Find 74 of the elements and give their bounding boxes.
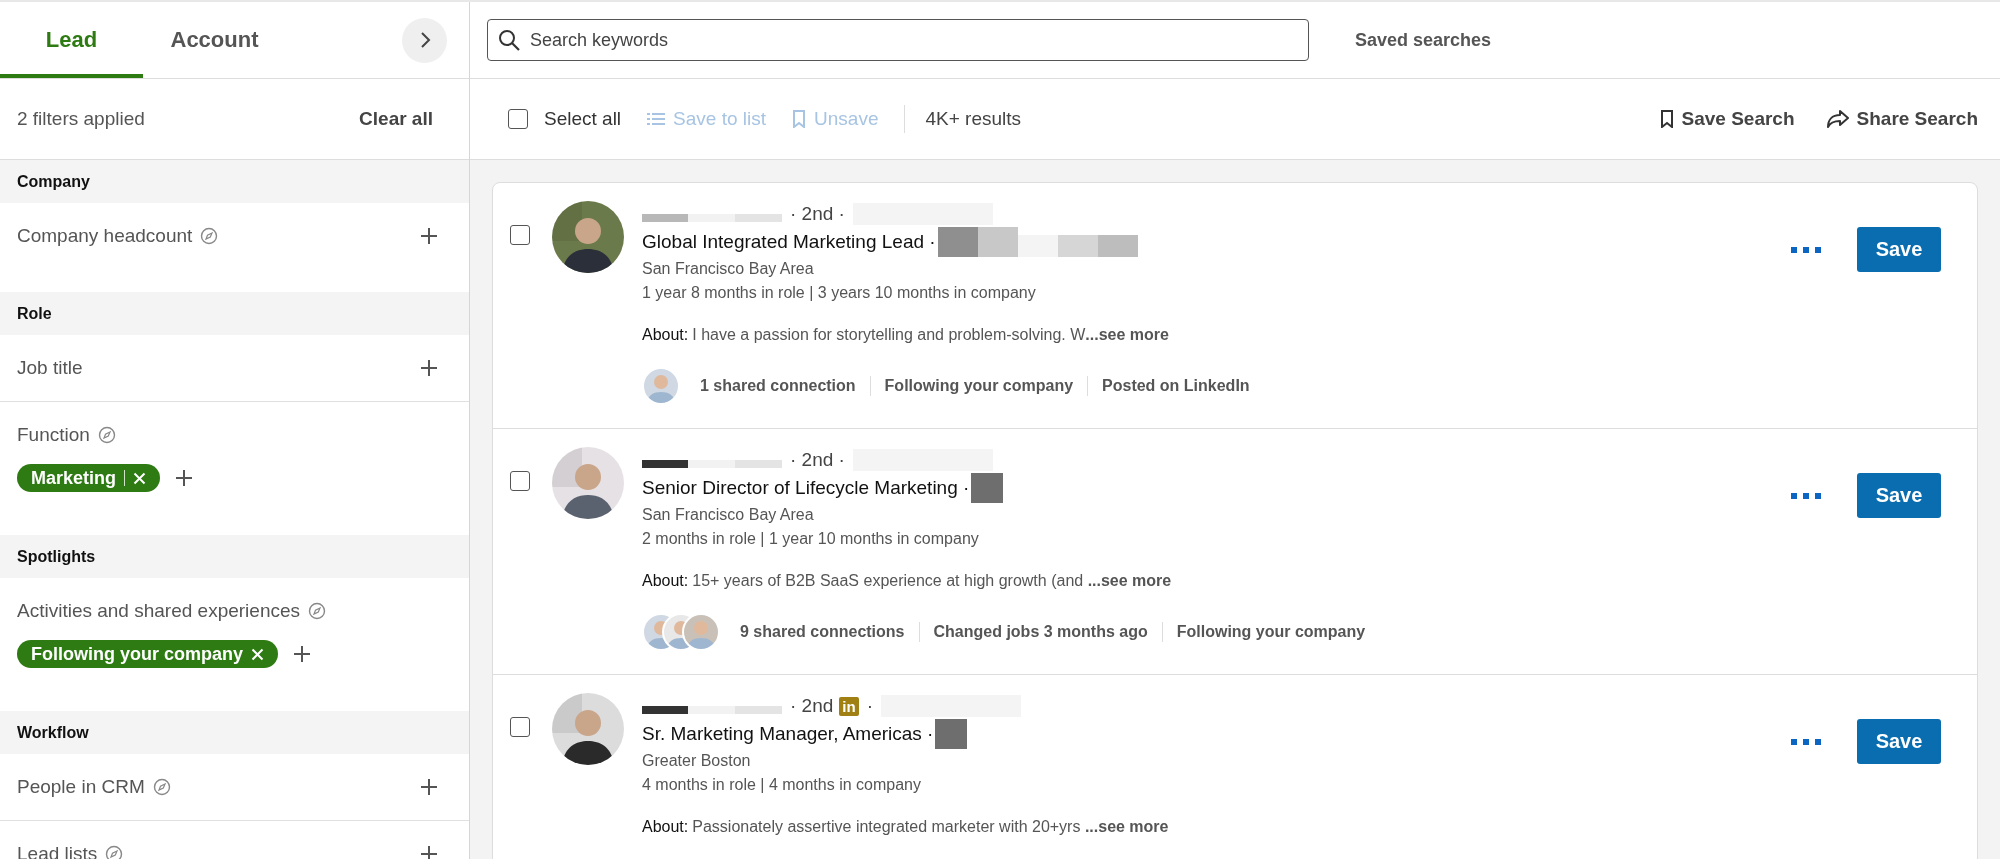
insight-link[interactable]: Following your company <box>884 377 1074 395</box>
search-icon <box>497 28 521 52</box>
section-heading: Company <box>0 160 469 203</box>
close-icon[interactable] <box>133 471 147 485</box>
location-text: San Francisco Bay Area <box>642 259 815 279</box>
section-heading: Role <box>0 292 469 335</box>
select-all-checkbox[interactable]: Select all <box>508 108 622 130</box>
redaction-drawing <box>971 473 1004 503</box>
filter-label[interactable]: Activities and shared experiences <box>17 600 301 622</box>
location-text: San Francisco Bay Area <box>642 505 815 525</box>
tenure-text: 1 year 8 months in role | 3 years 10 months in company <box>642 283 1037 303</box>
add-icon[interactable] <box>419 777 439 797</box>
share-icon <box>1826 110 1849 128</box>
job-title[interactable]: Global Integrated Marketing Lead · <box>642 231 936 253</box>
insight-link[interactable]: 1 shared connection <box>700 377 856 395</box>
bookmark-icon <box>1659 110 1674 128</box>
row-checkbox[interactable] <box>510 225 530 245</box>
insight-link[interactable]: Following your company <box>1176 623 1366 641</box>
more-icon <box>1791 245 1821 254</box>
location-text: Greater Boston <box>642 751 752 771</box>
filter-label[interactable]: Job title <box>17 357 83 379</box>
about-text: I have a passion for storytelling and problem-solving. W <box>692 326 1086 343</box>
save-button[interactable]: Save <box>1857 473 1941 518</box>
close-icon[interactable] <box>251 647 264 661</box>
filter-tab[interactable]: Lead <box>0 2 143 78</box>
filter-chip[interactable]: Following your company <box>17 640 278 668</box>
saved-searches-link[interactable]: Saved searches <box>1355 29 1492 51</box>
more-icon <box>1791 491 1821 500</box>
row-checkbox[interactable] <box>510 471 530 491</box>
add-icon[interactable] <box>419 358 439 378</box>
see-more-link[interactable]: ...see more <box>1084 818 1169 836</box>
more-icon <box>1791 737 1821 746</box>
add-icon[interactable] <box>292 644 312 664</box>
clear-all-button[interactable]: Clear all <box>359 108 433 130</box>
section-heading: Spotlights <box>0 535 469 578</box>
filter-label[interactable]: Company headcount <box>17 225 193 247</box>
job-title[interactable]: Sr. Marketing Manager, Americas · <box>642 723 934 745</box>
premium-badge: in <box>839 696 859 716</box>
toolbar-action[interactable]: Save Search <box>1659 108 1795 130</box>
filters-applied-count: 2 filters applied <box>17 108 145 130</box>
filter-chip[interactable]: Marketing <box>17 464 161 492</box>
see-more-link[interactable]: ...see more <box>1087 572 1172 590</box>
about-label: About: <box>642 572 689 589</box>
filter-tab[interactable]: Account <box>143 2 286 78</box>
bookmark-icon <box>792 110 807 128</box>
connection-degree: · 2nd · <box>790 449 845 471</box>
about-label: About: <box>642 326 689 343</box>
tenure-text: 2 months in role | 1 year 10 months in company <box>642 529 980 549</box>
separator-dot: · <box>866 695 873 717</box>
tenure-text: 4 months in role | 4 months in company <box>642 775 922 795</box>
section-heading: Workflow <box>0 711 469 754</box>
save-button[interactable]: Save <box>1857 719 1941 764</box>
add-icon[interactable] <box>419 844 439 859</box>
filter-label[interactable]: Function <box>17 424 90 446</box>
connection-degree: · 2nd · <box>790 203 845 225</box>
job-title[interactable]: Senior Director of Lifecycle Marketing · <box>642 477 970 499</box>
list-icon <box>647 111 666 127</box>
redaction-drawing <box>935 719 968 749</box>
toolbar-action[interactable]: Share Search <box>1826 108 1978 130</box>
save-button[interactable]: Save <box>1857 227 1941 272</box>
insight-link[interactable]: Posted on LinkedIn <box>1102 377 1250 395</box>
row-checkbox[interactable] <box>510 717 530 737</box>
see-more-link[interactable]: ...see more <box>1085 326 1169 344</box>
add-icon[interactable] <box>174 468 195 488</box>
add-icon[interactable] <box>419 226 439 246</box>
insight-link[interactable]: 9 shared connections <box>740 623 905 641</box>
results-count: 4K+ results <box>925 108 1022 130</box>
about-label: About: <box>642 818 689 835</box>
search-field[interactable]: Search keywords <box>487 19 1309 61</box>
about-text: Passionately assertive integrated marketer with 20+yrs <box>692 818 1082 835</box>
connection-degree: · 2nd <box>790 695 834 717</box>
filter-label[interactable]: People in CRM <box>17 776 145 798</box>
insight-link[interactable]: Changed jobs 3 months ago <box>933 623 1148 641</box>
about-text: 15+ years of B2B SaaS experience at high growth (and <box>692 572 1085 589</box>
